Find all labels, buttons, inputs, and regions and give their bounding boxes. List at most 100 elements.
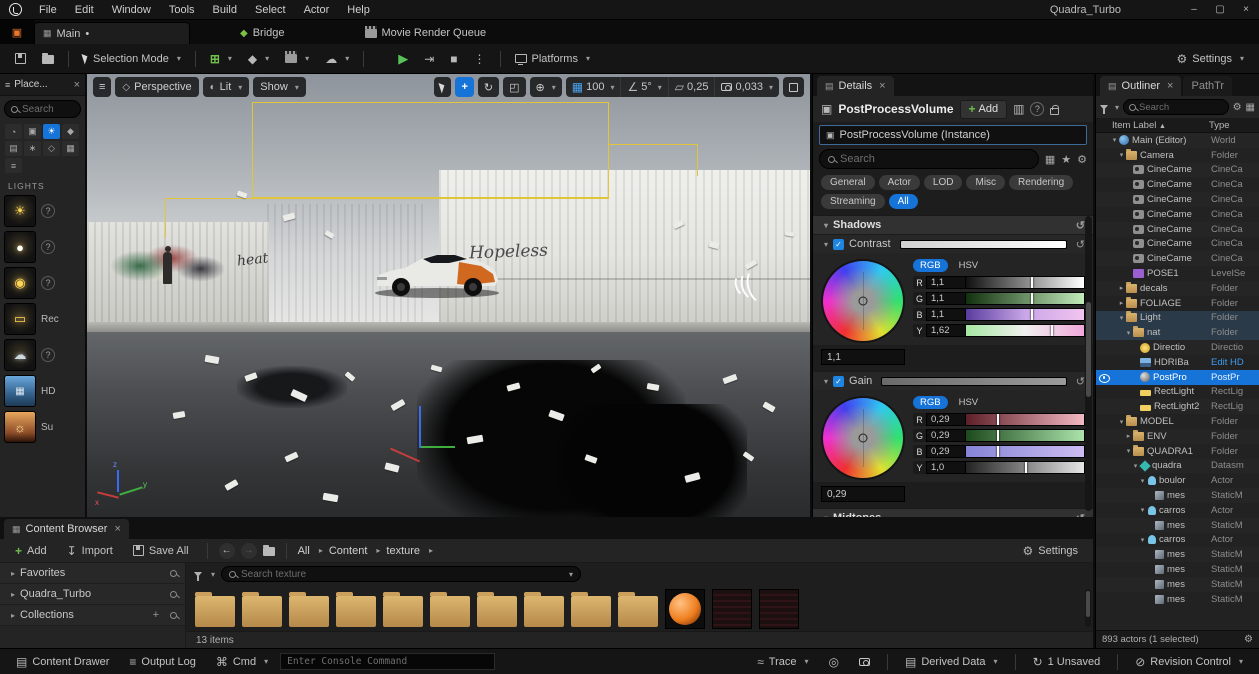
environment-dropdown[interactable]: ☁▾ [318,47,356,71]
place-category-button[interactable]: ◇ [43,141,60,156]
place-category-button[interactable]: ∗ [24,141,41,156]
outliner-row[interactable]: CineCame CineCa [1096,177,1259,192]
add-collection-icon[interactable]: + [153,609,159,621]
rotation-snap-toggle[interactable]: ∠5°▾ [621,77,668,97]
place-actor-item[interactable]: ☼ Su [0,409,85,445]
sliders-icon[interactable]: ▥ [1013,102,1024,116]
place-category-button[interactable]: ◆ [62,124,79,139]
slider-handle[interactable] [1025,462,1027,473]
slider-handle[interactable] [997,446,999,457]
outliner-row[interactable]: ▾ quadra Datasm [1096,459,1259,474]
screenshot-button[interactable] [851,652,878,672]
close-icon[interactable]: × [879,80,885,92]
transform-gizmo[interactable] [387,406,457,470]
tab-content-browser[interactable]: ▦ Content Browser × [4,519,129,539]
channel-slider[interactable] [966,445,1085,458]
outliner-row[interactable]: RectLight RectLig [1096,385,1259,400]
menu-item[interactable]: File [30,0,66,20]
search-icon[interactable] [170,570,177,577]
grid-snap-toggle[interactable]: ▦100▾ [566,77,622,97]
asset-tile[interactable] [617,589,659,627]
quick-add-dropdown[interactable]: ⊞▾ [203,47,239,71]
filter-chip[interactable]: Rendering [1009,175,1073,190]
menu-item[interactable]: Help [338,0,379,20]
expander-icon[interactable]: ▸ [1117,299,1126,307]
type-column[interactable]: Type [1209,120,1257,131]
outliner-settings-icon[interactable]: ⚙ [1233,102,1242,113]
hsv-mode-button[interactable]: HSV [952,259,986,272]
outliner-row[interactable]: ▾ Camera Folder [1096,148,1259,163]
cb-nav-item[interactable]: ▸ Collections + [0,605,185,626]
reset-icon[interactable]: ↺ [1076,219,1085,232]
lock-icon[interactable] [1050,108,1059,115]
place-actor-item[interactable]: ▭ Rec [0,301,85,337]
save-button[interactable] [8,47,33,71]
hsv-mode-button[interactable]: HSV [952,396,986,409]
cb-search-input[interactable] [241,569,561,580]
cb-search[interactable]: ▾ [221,566,581,582]
place-category-button[interactable]: ▤ [5,141,22,156]
asset-tile[interactable] [758,589,800,629]
search-icon[interactable] [170,591,177,598]
color-channel-row[interactable]: G 0,29 [913,429,1085,442]
filter-chip[interactable]: General [821,175,875,190]
content-drawer-button[interactable]: ▤ Content Drawer [8,652,117,672]
cb-filter-icon[interactable] [194,572,202,577]
channel-value[interactable]: 0,29 [926,445,966,458]
tab-details[interactable]: ▤ Details × [817,76,894,96]
level-tab-main[interactable]: ▦ Main • [34,22,190,44]
param-gain-header[interactable]: ▾ ✓ Gain ↺ [813,371,1093,390]
slider-handle[interactable] [1051,325,1053,336]
outliner-search-input[interactable] [1139,102,1223,113]
rgb-mode-button[interactable]: RGB [913,259,948,272]
asset-tile[interactable] [711,589,753,629]
outliner-row[interactable]: mes StaticM [1096,592,1259,607]
move-tool-button[interactable]: + [455,77,473,97]
outliner-row[interactable]: ▾ nat Folder [1096,325,1259,340]
close-icon[interactable]: × [114,523,120,535]
asset-tile[interactable] [382,589,424,627]
outliner-column-headers[interactable]: Item Label ▲ Type [1096,118,1259,133]
property-matrix-icon[interactable]: ▦ [1045,153,1055,166]
rgb-mode-button[interactable]: RGB [913,396,948,409]
close-button[interactable]: × [1233,0,1259,20]
outliner-row[interactable]: mes StaticM [1096,547,1259,562]
slider-handle[interactable] [997,430,999,441]
place-category-button[interactable]: ≡ [5,158,22,173]
gain-preview-bar[interactable] [881,377,1067,386]
outliner-row[interactable]: mes StaticM [1096,577,1259,592]
place-category-button[interactable]: ◔ [5,124,22,139]
menu-item[interactable]: Build [204,0,246,20]
outliner-row[interactable]: HDRIBa Edit HD [1096,355,1259,370]
cb-add-button[interactable]: + Add [8,539,54,563]
outliner-row[interactable]: CineCame CineCa [1096,222,1259,237]
outliner-row[interactable]: ▾ Main (Editor) World [1096,133,1259,148]
menu-item[interactable]: Select [246,0,295,20]
contrast-preview-bar[interactable] [900,240,1067,249]
gizmo-z-axis[interactable] [419,406,421,448]
unsaved-changes-button[interactable]: ↻ 1 Unsaved [1025,652,1109,672]
cb-scrollbar[interactable] [1085,589,1091,627]
asset-tile[interactable] [523,589,565,627]
insights-record-button[interactable]: ◎ [821,652,847,672]
expander-icon[interactable]: ▾ [1117,151,1126,159]
channel-value[interactable]: 1,1 [926,308,966,321]
color-channel-row[interactable]: B 0,29 [913,445,1085,458]
scale-snap-toggle[interactable]: ▱0,25 [669,77,716,97]
filter-chip[interactable]: Streaming [821,194,885,209]
folder-icon[interactable] [263,547,275,556]
channel-value[interactable]: 1,1 [926,292,966,305]
maximize-viewport-button[interactable] [783,77,804,97]
outliner-row[interactable]: ▾ Light Folder [1096,311,1259,326]
scale-tool-button[interactable]: ◰ [503,77,525,97]
param-contrast-header[interactable]: ▾ ✓ Contrast ↺ [813,234,1093,253]
channel-value[interactable]: 0,29 [926,429,966,442]
play-button[interactable]: ▶ [391,47,415,71]
slider-handle[interactable] [1031,309,1033,320]
viewport-options-button[interactable]: ≡ [93,77,111,97]
outliner-row[interactable]: mes StaticM [1096,518,1259,533]
nav-forward-button[interactable]: → [241,543,257,559]
derived-data-dropdown[interactable]: ▤ Derived Data ▾ [897,652,1006,672]
expander-icon[interactable]: ▾ [1138,477,1147,485]
section-shadows[interactable]: ▾ Shadows ↺ [813,215,1093,234]
